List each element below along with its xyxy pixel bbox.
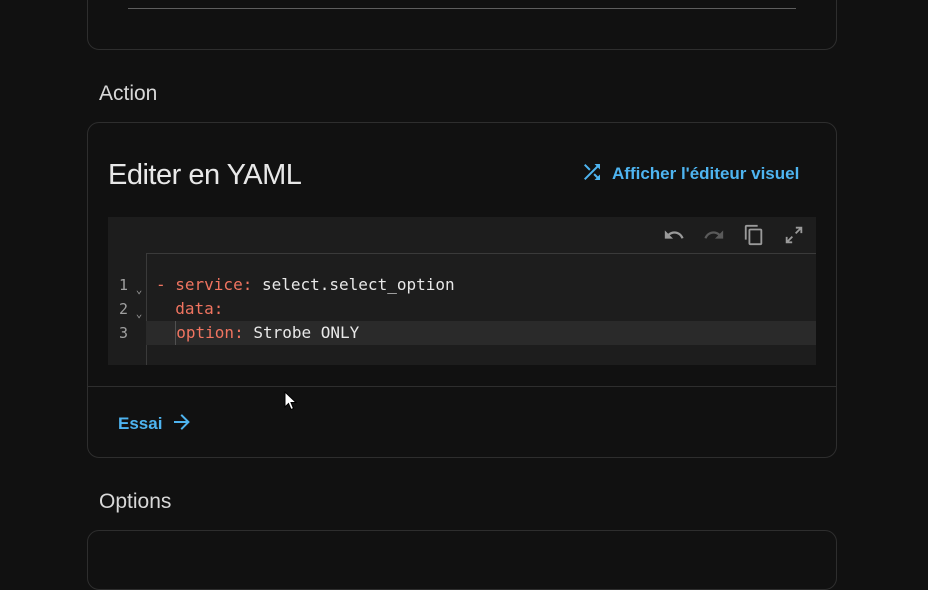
- gutter-line: 3: [108, 321, 146, 345]
- redo-icon[interactable]: [702, 223, 726, 247]
- yaml-separator: :: [234, 323, 254, 342]
- mouse-pointer-icon: [284, 390, 298, 411]
- yaml-separator: :: [242, 275, 262, 294]
- gutter-line: 1 ⌄: [108, 273, 146, 297]
- yaml-key: data: [175, 299, 214, 318]
- yaml-separator: :: [213, 299, 224, 318]
- yaml-key: service: [175, 275, 243, 294]
- yaml-value: select.select_option: [261, 275, 455, 294]
- undo-icon[interactable]: [662, 223, 686, 247]
- line-gutter: 1 ⌄ 2 ⌄ 3: [108, 273, 146, 345]
- yaml-code-editor[interactable]: 1 ⌄ 2 ⌄ 3 - service: select.select_optio…: [108, 217, 816, 365]
- code-line: - service: select.select_option: [146, 273, 816, 297]
- options-section-title: Options: [99, 490, 172, 513]
- line-number: 1: [118, 276, 128, 294]
- line-number: 2: [118, 300, 128, 318]
- code-line: data:: [146, 297, 816, 321]
- yaml-key: option: [176, 323, 235, 342]
- arrow-right-icon: [170, 410, 194, 439]
- code-lines[interactable]: - service: select.select_option data: op…: [146, 273, 816, 345]
- show-visual-editor-label: Afficher l'éditeur visuel: [612, 164, 800, 183]
- options-card: [87, 530, 837, 590]
- action-card: Editer en YAML Afficher l'éditeur visuel: [87, 122, 837, 458]
- show-visual-editor-button[interactable]: Afficher l'éditeur visuel: [578, 161, 799, 187]
- test-action-label: Essai: [118, 414, 163, 433]
- yaml-dash: -: [156, 275, 176, 294]
- shuffle-icon: [578, 160, 606, 189]
- editor-toolbar: [662, 217, 816, 253]
- test-action-button[interactable]: Essai: [118, 411, 194, 437]
- yaml-editor-title: Editer en YAML: [108, 159, 302, 191]
- fold-chevron-icon[interactable]: ⌄: [132, 299, 146, 320]
- line-number: 3: [118, 324, 128, 342]
- action-section-title: Action: [99, 82, 158, 105]
- card-divider: [88, 386, 836, 387]
- input-underline: [128, 8, 796, 9]
- copy-icon[interactable]: [742, 223, 766, 247]
- yaml-value: Strobe ONLY: [253, 323, 360, 342]
- fold-chevron-icon[interactable]: ⌄: [132, 275, 146, 296]
- previous-card: [87, 0, 837, 50]
- code-line-active: option: Strobe ONLY: [146, 321, 816, 345]
- fullscreen-icon[interactable]: [782, 223, 806, 247]
- gutter-line: 2 ⌄: [108, 297, 146, 321]
